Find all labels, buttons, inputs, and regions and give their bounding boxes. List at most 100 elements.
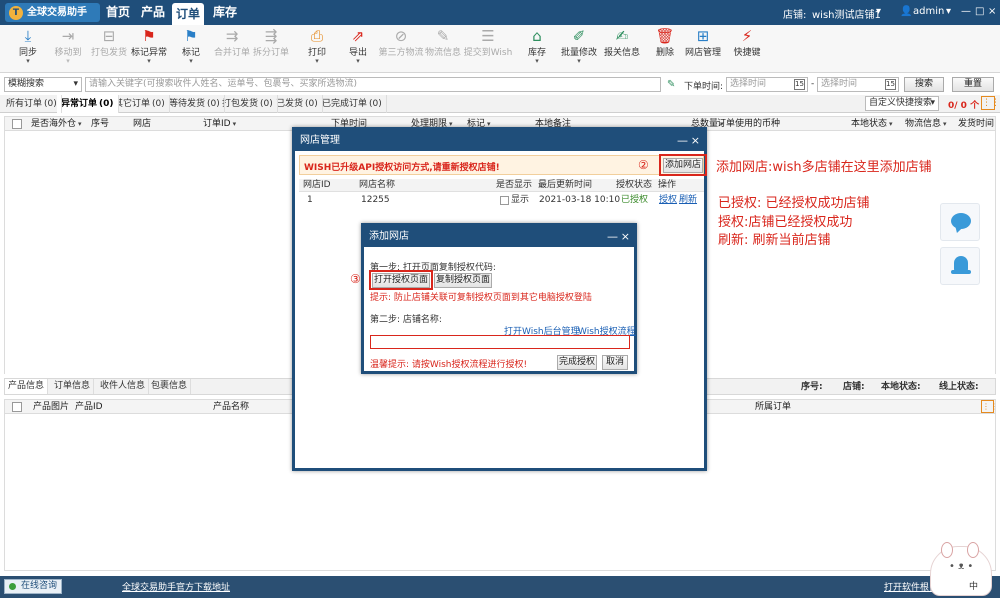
order-tab-count: (0) — [260, 99, 273, 109]
refresh-link[interactable]: 刷新 — [679, 194, 697, 207]
order-tab[interactable]: 已发货 (0) — [272, 95, 323, 113]
nav-tab-inventory[interactable]: 库存 — [210, 0, 240, 25]
maximize-icon[interactable]: □ — [975, 6, 984, 17]
col-header[interactable]: 是否海外仓 ▾ — [31, 117, 82, 131]
search-mode-select[interactable]: 模糊搜索 ▾ — [4, 77, 82, 92]
reset-button[interactable]: 重置 — [952, 77, 994, 92]
search-button[interactable]: 搜索 — [904, 77, 944, 92]
store-caret-icon[interactable]: ▾ — [876, 6, 881, 17]
column-settings-icon[interactable]: ⋮⋮ — [981, 96, 1000, 110]
chat-bubble-icon — [951, 213, 971, 229]
store-selector[interactable]: wish测试店铺1 — [812, 6, 881, 21]
col-header-label: 网店 — [133, 119, 152, 129]
complete-auth-button[interactable]: 完成授权 — [557, 355, 597, 370]
order-tab-count: (0) — [369, 99, 382, 109]
toolbar-button-label: 网店管理 — [684, 48, 721, 58]
date-end-input[interactable]: 选择时间 15 — [817, 77, 899, 92]
step-two-label: 第二步: 店铺名称: — [370, 315, 442, 325]
order-tab[interactable]: 异常订单 (0) — [57, 95, 119, 113]
toolbar-button-label: 报关信息 — [603, 48, 640, 58]
auth-status: 已授权 — [621, 195, 649, 205]
toolbar-button-label: 第三方物流 — [378, 48, 424, 58]
copy-auth-page-button[interactable]: 复制授权页面 — [434, 273, 492, 288]
close-icon[interactable]: × — [691, 130, 700, 151]
online-consult-button[interactable]: 在线咨询 — [4, 579, 62, 594]
order-tab[interactable]: 打包发货 (0) — [218, 95, 278, 113]
search-row: 模糊搜索 ▾ 请输入关键字(可搜索收件人姓名、运单号、包裹号、买家所选物流) ✎ … — [0, 75, 1000, 94]
chevron-down-icon[interactable]: ▾ — [166, 58, 216, 65]
toolbar-button-pencil[interactable]: ✎ 物流信息 — [418, 27, 468, 58]
col-header[interactable]: 网店 — [133, 117, 151, 131]
column-settings-icon[interactable]: ⋮⋮ — [981, 400, 998, 413]
authorize-link[interactable]: 授权 — [659, 194, 677, 207]
order-tab[interactable]: 所有订单 (0) — [2, 95, 62, 113]
chevron-down-icon[interactable]: ▾ — [43, 58, 93, 65]
mascot-widget[interactable]: • ᴥ • 中 — [930, 542, 992, 596]
sort-icon[interactable]: ▾ — [78, 120, 82, 128]
chat-button[interactable] — [940, 203, 980, 241]
visible-checkbox[interactable] — [500, 196, 509, 205]
chevron-down-icon[interactable]: ▾ — [333, 58, 383, 65]
store-icon: ⊞ — [696, 27, 710, 45]
store-id: 1 — [307, 195, 313, 205]
col-product-image: 产品图片 — [33, 402, 70, 412]
search-input[interactable]: 请输入关键字(可搜索收件人姓名、运单号、包裹号、买家所选物流) — [85, 77, 661, 92]
user-name[interactable]: admin — [913, 6, 944, 17]
order-tab-label: 已发货 — [276, 99, 304, 109]
col-header[interactable]: 序号 — [91, 117, 109, 131]
cancel-button[interactable]: 取消 — [602, 355, 628, 370]
chevron-down-icon: ▾ — [930, 98, 935, 108]
col-header[interactable]: 发货时间 — [958, 117, 994, 131]
toolbar-button-lightning[interactable]: ⚡ 快捷键 — [722, 27, 772, 58]
tab-order-info[interactable]: 订单信息 — [51, 379, 95, 394]
quick-search-select[interactable]: 自定义快捷搜索 ▾ — [865, 96, 939, 111]
order-tab-label: 等待发货 — [169, 99, 206, 109]
col-header[interactable]: 物流信息 ▾ — [905, 117, 947, 131]
store-name-input[interactable] — [370, 335, 630, 349]
minimize-icon[interactable]: — — [607, 226, 618, 247]
tab-recipient-info[interactable]: 收件人信息 — [97, 379, 150, 394]
nav-tab-home[interactable]: 首页 — [104, 0, 132, 25]
toolbar-button-submit[interactable]: ☰ 提交到Wish — [463, 27, 513, 58]
calendar-icon[interactable]: 15 — [885, 79, 896, 90]
detail-local-status-label: 本地状态: — [881, 382, 921, 392]
notification-button[interactable] — [940, 247, 980, 285]
status-bar: 在线咨询 全球交易助手官方下载地址 打开软件根目录 — [0, 576, 1000, 598]
store-table-header: 网店ID 网店名称 是否显示 最后更新时间 授权状态 操作 — [299, 179, 704, 192]
nav-tab-products[interactable]: 产品 — [138, 0, 168, 25]
calendar-icon[interactable]: 15 — [794, 79, 805, 90]
toolbar-button-store[interactable]: ⊞ 网店管理 — [678, 27, 728, 58]
col-header[interactable]: 订单使用的币种 — [717, 117, 780, 131]
user-caret-icon[interactable]: ▾ — [946, 6, 951, 17]
tab-product-info[interactable]: 产品信息 — [5, 379, 49, 394]
sort-icon[interactable]: ▾ — [889, 120, 893, 128]
col-product-name: 产品名称 — [213, 402, 250, 412]
close-icon[interactable]: × — [621, 226, 630, 247]
minimize-icon[interactable]: — — [961, 6, 971, 17]
close-icon[interactable]: × — [988, 6, 996, 17]
col-header-label: 是否海外仓 — [31, 119, 77, 129]
store-label: 店铺: — [783, 10, 807, 21]
order-tab[interactable]: 已完成订单 (0) — [318, 95, 387, 113]
col-header[interactable]: 订单ID ▾ — [203, 117, 236, 131]
sort-icon[interactable]: ▾ — [233, 120, 237, 128]
sort-icon[interactable]: ▾ — [943, 120, 947, 128]
toolbar-button-split[interactable]: ⇶ 拆分订单 — [246, 27, 296, 58]
download-link[interactable]: 全球交易助手官方下载地址 — [122, 580, 230, 593]
toolbar-button-label: 打包发货 — [90, 48, 127, 58]
select-all-products-checkbox[interactable] — [12, 402, 22, 412]
dialog-title: 网店管理 — [295, 130, 704, 151]
chevron-down-icon[interactable]: ▾ — [554, 58, 604, 65]
select-all-checkbox[interactable] — [12, 119, 22, 129]
minimize-icon[interactable]: — — [677, 130, 688, 151]
order-tab[interactable]: 其它订单 (0) — [110, 95, 170, 113]
nav-tab-orders[interactable]: 订单 — [172, 3, 204, 25]
tab-package-info[interactable]: 包裹信息 — [148, 379, 192, 394]
table-row: 1 12255 显示 2021-03-18 10:10 已授权 授权 刷新 — [299, 194, 704, 208]
toolbar-button-label: 拆分订单 — [252, 48, 289, 58]
date-start-input[interactable]: 选择时间 15 — [726, 77, 808, 92]
col-header[interactable]: 本地状态 ▾ — [851, 117, 893, 131]
page-counter: 0/ 0 个 — [948, 101, 980, 111]
order-tab[interactable]: 等待发货 (0) — [165, 95, 225, 113]
dialog-title: 添加网店 — [364, 226, 634, 247]
